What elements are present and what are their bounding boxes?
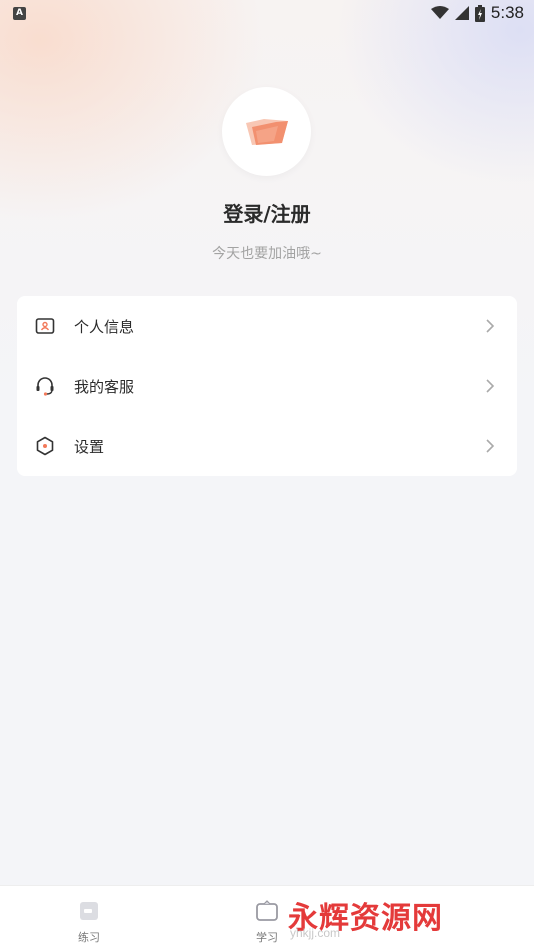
- folder-avatar-icon: [246, 119, 288, 145]
- hexagon-settings-icon: [36, 436, 54, 456]
- status-indicators: 5:38: [430, 3, 524, 23]
- login-register-link[interactable]: 登录/注册: [0, 198, 534, 227]
- chevron-right-icon: [486, 379, 495, 393]
- menu-item-personal-info[interactable]: 个人信息: [17, 296, 517, 356]
- wifi-icon: [430, 6, 449, 19]
- menu-item-label: 我的客服: [74, 377, 135, 396]
- headset-icon: [36, 377, 54, 396]
- status-time: 5:38: [490, 3, 524, 22]
- cellular-signal-icon: [454, 6, 469, 20]
- bottom-tab-bar: 练习 学习: [0, 885, 534, 951]
- tab-label: 练习: [78, 931, 100, 944]
- menu-item-label: 个人信息: [74, 317, 135, 336]
- chevron-right-icon: [486, 319, 495, 333]
- practice-icon: [80, 902, 98, 920]
- menu-card: 个人信息 我的客服 设置: [17, 296, 517, 476]
- app-notification-icon: A: [13, 7, 26, 20]
- menu-item-label: 设置: [74, 437, 105, 456]
- id-card-icon: [35, 318, 55, 334]
- avatar[interactable]: [222, 87, 311, 176]
- study-icon: [256, 900, 278, 921]
- motivation-subtitle: 今天也要加油哦~: [212, 246, 322, 262]
- menu-item-settings[interactable]: 设置: [17, 416, 517, 476]
- battery-icon: [474, 4, 485, 22]
- tab-practice[interactable]: 练习: [49, 886, 129, 951]
- status-bar: A 5:38: [0, 0, 534, 28]
- menu-item-customer-service[interactable]: 我的客服: [17, 356, 517, 416]
- chevron-right-icon: [486, 439, 495, 453]
- watermark-url: yhkjj.com: [290, 926, 341, 940]
